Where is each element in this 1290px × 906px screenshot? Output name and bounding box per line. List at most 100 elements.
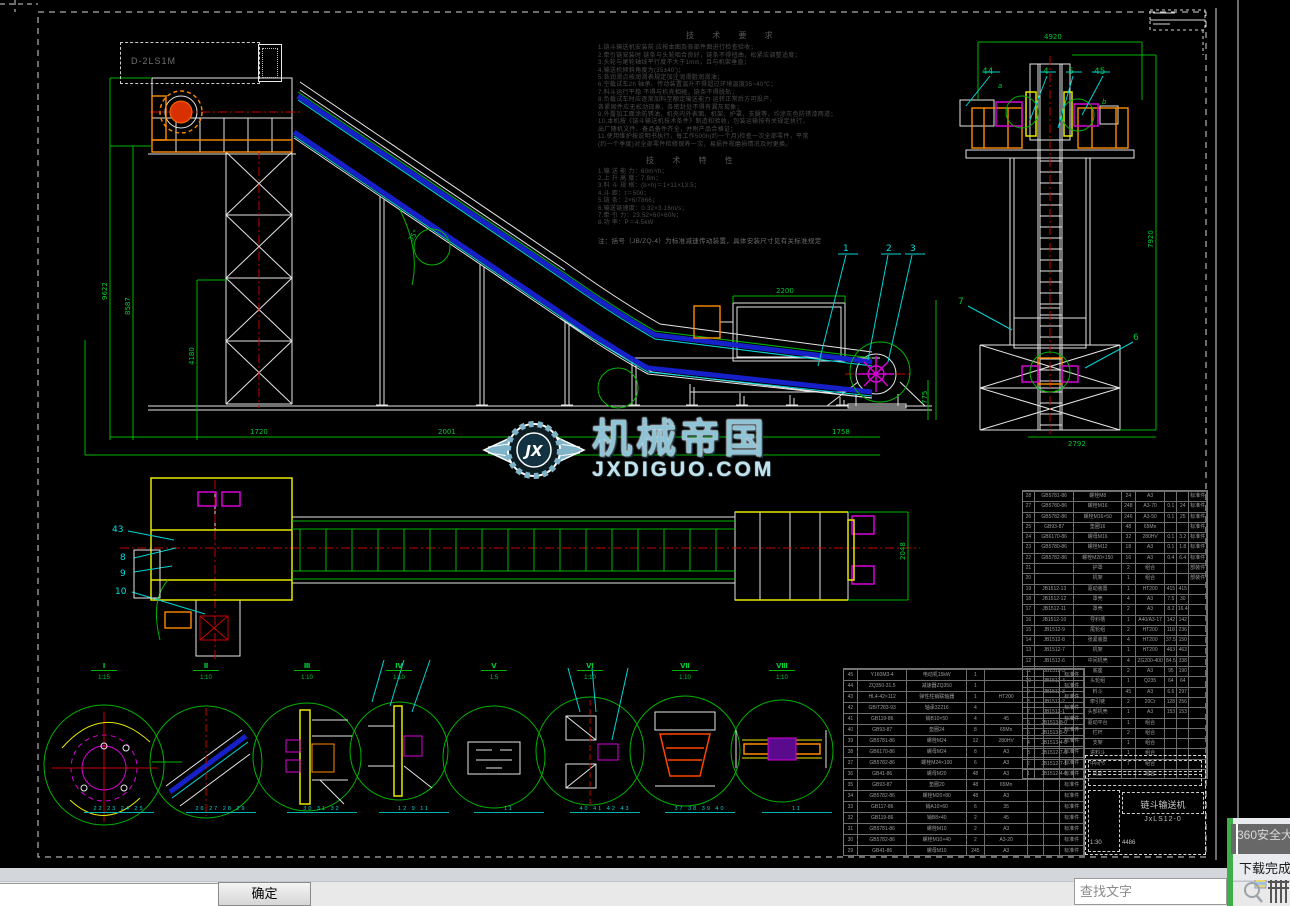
dim-front-b1: 1720	[250, 428, 268, 436]
bom-cell: 20Cr	[1136, 697, 1166, 708]
bom-cell	[1044, 736, 1061, 746]
detail-scale: 1:15	[98, 675, 110, 681]
detail-number: Ⅰ	[91, 662, 117, 671]
download-popup[interactable]: 360安全大 下载完成	[1227, 818, 1290, 906]
bom-cell: 280HV	[1136, 533, 1166, 543]
note-line: 3.头轮与尾轮轴线平行度不大于1mm，且与机架垂直；	[598, 60, 751, 67]
bom-cell	[1165, 739, 1178, 749]
detail-number: Ⅴ	[481, 662, 507, 671]
bom-cell: 标准件	[1189, 522, 1207, 533]
bom-cell: 4	[1122, 656, 1136, 667]
detail-number: Ⅷ	[769, 662, 795, 671]
sheet-corner-glyph	[258, 44, 282, 82]
bom-cell: 64	[1165, 677, 1178, 687]
bom-cell	[1165, 492, 1178, 502]
bom-cell: 48	[1122, 522, 1136, 533]
bom-cell	[1189, 594, 1207, 605]
bom-cell: GB5780-86	[1035, 543, 1075, 553]
bom-cell: 螺栓M16	[1074, 502, 1122, 512]
popup-app-name: 360安全大	[1237, 828, 1290, 842]
bom-row: 39 GB5781-86 螺栓M24 12 280HV 标准件	[844, 735, 1084, 746]
bom-cell: 297	[1177, 687, 1190, 697]
bom-cell: 32	[844, 813, 858, 823]
drawing-number: JxLS12-0	[1144, 816, 1182, 823]
bom-cell: 463	[1177, 646, 1190, 656]
bom-cell: 标准件	[1060, 692, 1084, 702]
label-6: 6	[1133, 333, 1139, 343]
bom-cell: 4	[1122, 594, 1136, 605]
bom-cell: A3	[1136, 553, 1166, 564]
bom-cell: A3	[985, 846, 1029, 856]
bom-cell: 0.1	[1165, 533, 1178, 543]
bom-cell: 2	[1122, 728, 1136, 739]
bom-cell: JB1512-8	[1035, 636, 1075, 646]
bom-cell	[1189, 677, 1207, 687]
dim-side-right: 7920	[1147, 230, 1155, 248]
ok-button[interactable]: 确定	[218, 882, 311, 906]
bom-cell	[1028, 692, 1045, 702]
bom-cell: GB6170-86	[858, 747, 908, 757]
bom-row: 29 GB41-86 螺母M10 245 A3 标准件	[844, 845, 1084, 856]
bom-cell: 组合	[1136, 574, 1166, 584]
dim-plan-v: 2048	[899, 542, 907, 560]
bom-cell	[1044, 835, 1061, 845]
note-line: 8.功 率：P＝4.5kW	[598, 220, 654, 227]
bom-cell: 25	[1023, 522, 1035, 533]
bom-cell: 4	[967, 714, 985, 724]
label-a: a	[998, 82, 1002, 90]
bom-cell	[1044, 758, 1061, 768]
bom-cell: 组合	[1136, 728, 1166, 739]
bom-cell	[1177, 522, 1190, 533]
bom-row: 17 JB1512-11 罩壳 2 A3 8.2 16.4	[1023, 604, 1207, 615]
command-input[interactable]	[0, 883, 223, 906]
bom-cell: 415	[1165, 584, 1178, 594]
bom-cell	[1189, 646, 1207, 656]
bom-cell: 螺栓M24	[907, 736, 967, 746]
bom-cell: 8	[967, 747, 985, 757]
bom-cell: 65Mn	[1136, 522, 1166, 533]
bom-cell: 15	[1023, 625, 1035, 636]
bom-cell: A40/A3-17	[1136, 615, 1166, 625]
popup-status[interactable]: 下载完成	[1239, 858, 1290, 877]
find-text-input[interactable]	[1074, 878, 1227, 905]
watermark-logo: JX	[482, 421, 586, 479]
bom-cell	[1028, 747, 1045, 757]
bom-cell: 1.8	[1177, 543, 1190, 553]
bom-cell: 1	[1122, 584, 1136, 594]
bom-cell: 21	[1023, 564, 1035, 574]
bom-cell: 18	[1122, 543, 1136, 553]
bom-row: 26 GB5782-86 螺栓M16×50 246 A3-50 0.1 25 标准件	[1023, 511, 1207, 522]
bom-cell	[1165, 718, 1178, 728]
bom-cell: 机架	[1074, 574, 1122, 584]
detail-part-callouts: 22 23 24 25	[84, 806, 154, 813]
bom-cell: 34	[844, 791, 858, 801]
dim-front-h3: 4180	[188, 347, 196, 365]
detail-part-callouts: 26 27 28 29	[186, 806, 256, 813]
detail-scale: 1:10	[301, 675, 313, 681]
callout-1: 1	[843, 244, 849, 254]
bom-cell: 153	[1165, 708, 1178, 718]
bom-cell: 338	[1177, 656, 1190, 667]
detail-scale: 1:10	[679, 675, 691, 681]
bom-cell	[1028, 725, 1045, 735]
bom-cell: 26	[1023, 512, 1035, 522]
note-line: 4.斗 距：t＝500；	[598, 190, 650, 197]
bom-cell: 垫圈20	[907, 780, 967, 790]
bom-cell: GB5782-86	[1035, 512, 1075, 522]
bom-cell: GB117-86	[858, 802, 908, 812]
bom-cell: GB5781-86	[858, 736, 908, 746]
bom-cell	[1044, 791, 1061, 801]
bom-cell: 0.1	[1165, 512, 1178, 522]
detail-part-callouts: 40 41 42 43	[570, 806, 640, 813]
bom-cell: 48	[967, 769, 985, 779]
bom-cell: 标准件	[1060, 846, 1084, 856]
bom-cell: 标准件	[1060, 725, 1084, 735]
bom-cell: 销B8×40	[907, 813, 967, 823]
bom-cell: GB5782-86	[858, 835, 908, 845]
bom-cell: 41	[844, 714, 858, 724]
bom-cell	[1028, 791, 1045, 801]
bom-cell: 16	[1122, 553, 1136, 564]
bom-cell: 1	[1122, 739, 1136, 749]
bom-cell	[1177, 564, 1190, 574]
bom-cell	[1189, 739, 1207, 749]
